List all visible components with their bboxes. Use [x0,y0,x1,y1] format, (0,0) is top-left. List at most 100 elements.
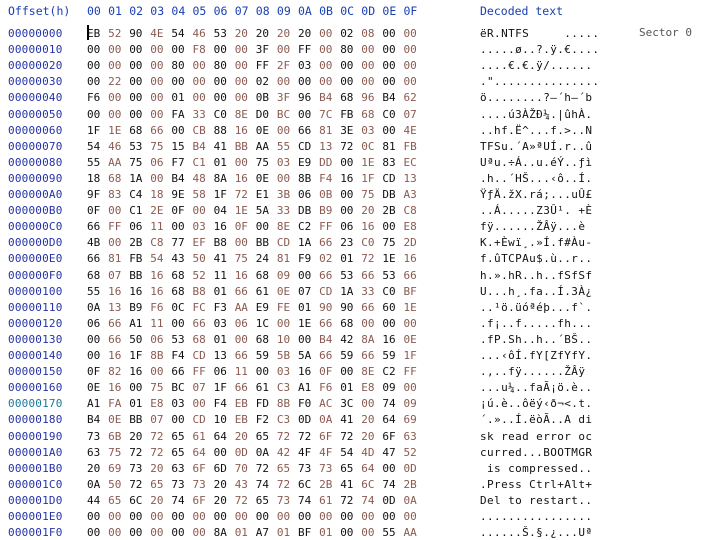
hex-byte[interactable]: 00 [404,510,417,523]
hex-byte[interactable]: E8 [404,220,417,233]
hex-byte[interactable]: 00 [404,381,417,394]
hex-byte[interactable]: 68 [340,317,353,330]
hex-byte[interactable]: 00 [404,317,417,330]
hex-byte[interactable]: 63 [87,446,100,459]
hex-byte[interactable]: 20 [214,478,227,491]
hex-byte[interactable]: 81 [277,252,290,265]
hex-byte[interactable]: 2F [277,59,290,72]
hex-byte[interactable]: 68 [108,172,121,185]
hex-byte[interactable]: 15 [171,140,184,153]
hex-byte[interactable]: 06 [150,333,163,346]
hex-byte[interactable]: F6 [87,91,100,104]
decoded-text[interactable]: ...u¼..faÃ¡ö.è.. [480,381,592,394]
hex-byte[interactable]: 00 [298,75,311,88]
decoded-text[interactable]: K.+Èwï¸.»Í.f#Àu- [480,236,592,249]
hex-byte[interactable]: 00 [235,333,248,346]
decoded-text[interactable]: .fP.Sh..h..´BŠ.. [480,333,592,346]
hex-byte[interactable]: C8 [404,204,417,217]
hex-byte[interactable]: 54 [171,27,184,40]
hex-byte[interactable]: 03 [171,397,184,410]
hex-byte[interactable]: 66 [298,124,311,137]
hex-byte[interactable]: 59 [340,349,353,362]
hex-byte[interactable]: BB [256,236,269,249]
hex-byte[interactable]: 8E [361,365,374,378]
decoded-text[interactable]: ¡ú.è..ôëý‹ð¬<.t. [480,397,592,410]
hex-byte[interactable]: 61 [256,381,269,394]
hex-byte[interactable]: FB [404,140,417,153]
hex-byte[interactable]: 00 [214,446,227,459]
hex-byte[interactable]: 06 [150,156,163,169]
hex-byte[interactable]: 83 [382,156,395,169]
hex-byte[interactable]: 80 [340,43,353,56]
hex-byte[interactable]: 1E [382,252,395,265]
hex-byte[interactable]: 72 [235,494,248,507]
decoded-text[interactable]: Uªu.÷Á..u.éÝ..ƒì [480,156,592,169]
hex-byte[interactable]: 13 [214,349,227,362]
hex-byte[interactable]: 0F [319,365,332,378]
hex-byte[interactable]: C0 [382,108,395,121]
hex-byte[interactable]: 66 [361,269,374,282]
hex-byte[interactable]: EB [235,397,248,410]
hex-byte[interactable]: 20 [277,27,290,40]
hex-byte[interactable]: 73 [319,462,332,475]
hex-byte[interactable]: 0E [108,413,121,426]
decoded-text[interactable]: TFSu.´A»ªUÍ.r..û [480,140,592,153]
hex-byte[interactable]: 1F [87,124,100,137]
hex-byte[interactable]: 4E [150,27,163,40]
hex-byte[interactable]: 07 [298,285,311,298]
decoded-text[interactable]: ´.»..Í.ëòÃ..A di [480,413,592,426]
hex-byte[interactable]: 46 [108,140,121,153]
hex-byte[interactable]: 01 [298,301,311,314]
hex-byte[interactable]: 00 [193,526,206,539]
hex-byte[interactable]: 72 [361,252,374,265]
hex-byte[interactable]: 00 [214,43,227,56]
hex-byte[interactable]: C3 [277,381,290,394]
hex-byte[interactable]: 00 [235,43,248,56]
hex-byte[interactable]: 70 [235,462,248,475]
hex-byte[interactable]: 6F [319,430,332,443]
hex-byte[interactable]: 3F [256,43,269,56]
hex-byte[interactable]: 1F [214,188,227,201]
hex-byte[interactable]: 72 [340,494,353,507]
hex-byte[interactable]: 44 [87,494,100,507]
hex-byte[interactable]: 00 [235,156,248,169]
decoded-text[interactable]: f.ûTCPAu$.ù..r.. [480,252,592,265]
hex-byte[interactable]: CD [193,349,206,362]
hex-byte[interactable]: 61 [256,285,269,298]
hex-byte[interactable]: 00 [87,349,100,362]
hex-byte[interactable]: 75 [108,446,121,459]
hex-byte[interactable]: EF [193,236,206,249]
hex-byte[interactable]: 41 [214,252,227,265]
hex-byte[interactable]: FF [193,365,206,378]
hex-byte[interactable]: 16 [340,172,353,185]
hex-byte[interactable]: 00 [108,526,121,539]
hex-byte[interactable]: 68 [87,269,100,282]
hex-byte[interactable]: 48 [193,172,206,185]
decoded-text[interactable]: curred...BOOTMGR [480,446,592,459]
hex-byte[interactable]: 66 [171,365,184,378]
hex-byte[interactable]: 74 [382,397,395,410]
hex-byte[interactable]: 11 [150,317,163,330]
hex-byte[interactable]: 00 [129,75,142,88]
hex-byte[interactable]: 00 [171,510,184,523]
hex-byte[interactable]: 42 [340,333,353,346]
hex-byte[interactable]: 5A [256,204,269,217]
hex-byte[interactable]: 00 [193,75,206,88]
hex-byte[interactable]: 73 [171,478,184,491]
hex-byte[interactable]: 01 [214,285,227,298]
hex-byte[interactable]: 03 [277,156,290,169]
hex-byte[interactable]: 00 [150,526,163,539]
hex-byte[interactable]: 5A [298,349,311,362]
hex-byte[interactable]: F4 [214,397,227,410]
hex-byte[interactable]: 1A [340,285,353,298]
decoded-text[interactable]: is compressed.. [480,462,592,475]
hex-byte[interactable]: 73 [277,494,290,507]
hex-byte[interactable]: 6C [298,478,311,491]
hex-byte[interactable]: DD [319,156,332,169]
hex-byte[interactable]: 66 [319,317,332,330]
hex-byte[interactable]: 00 [404,43,417,56]
hex-byte[interactable]: 68 [361,108,374,121]
hex-byte[interactable]: 53 [129,140,142,153]
hex-byte[interactable]: 8A [361,333,374,346]
hex-byte[interactable]: 00 [87,59,100,72]
